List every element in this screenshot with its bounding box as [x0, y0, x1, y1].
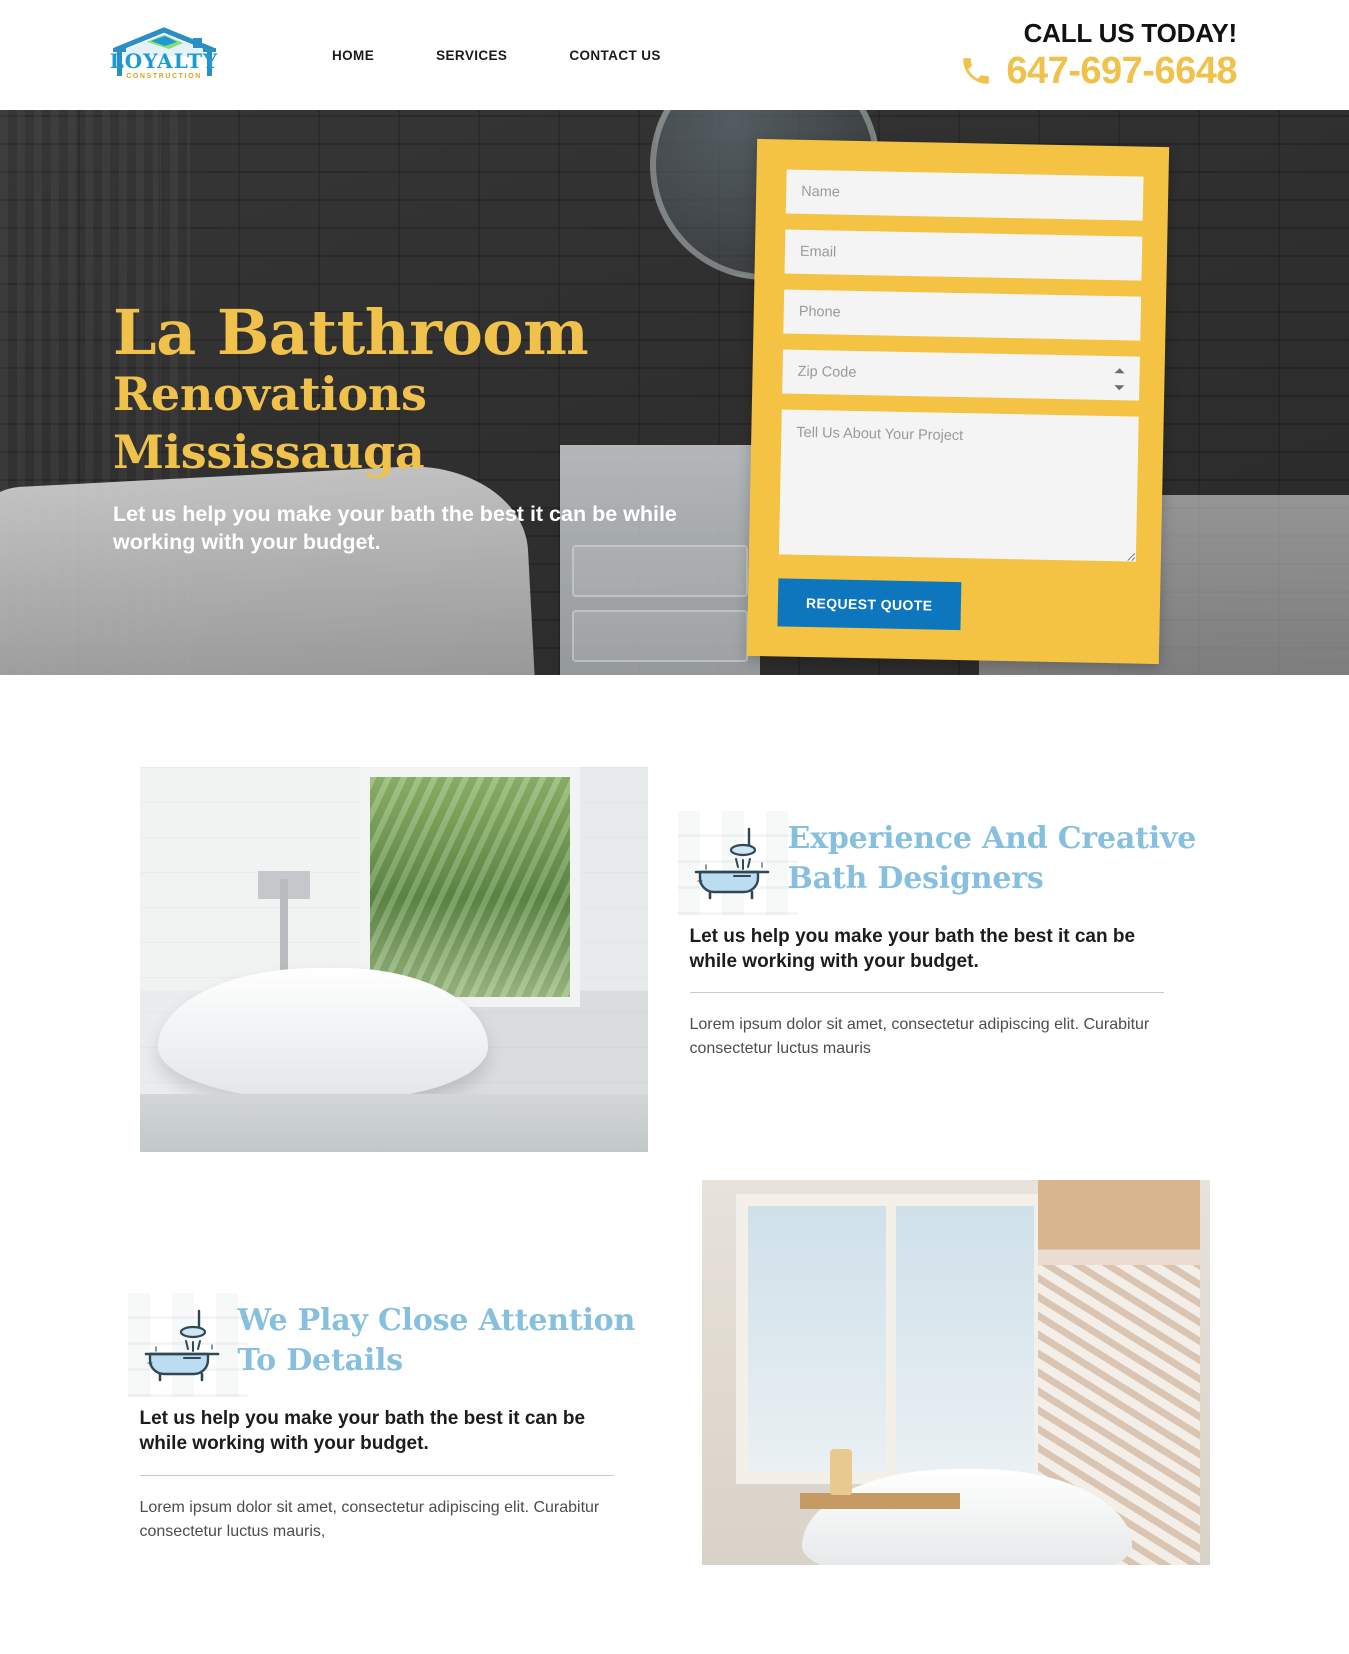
- project-message-textarea[interactable]: [778, 409, 1139, 562]
- woman-bathroom-window-photo: [701, 1180, 1210, 1565]
- feature-body-1: Lorem ipsum dolor sit amet, consectetur …: [689, 1016, 1150, 1058]
- feature-title-1: Experience And Creative Bath Designers: [787, 821, 1197, 896]
- feature-row-2: We Play Close Attention To Details Let u…: [127, 1180, 1210, 1565]
- stepper-up-icon[interactable]: [1114, 368, 1125, 374]
- phone-input[interactable]: [783, 289, 1142, 341]
- site-header: LOYALTY CONSTRUCTION HOME SERVICES CONTA…: [0, 0, 1349, 110]
- feature-divider-2: [139, 1474, 614, 1476]
- feature-heading-block-1: Experience And Creative Bath Designers: [677, 811, 1210, 915]
- hero-subtitle: Let us help you make your bath the best …: [113, 502, 677, 554]
- bathtub-shower-icon-wrapper: [677, 811, 798, 915]
- phone-icon: [963, 58, 990, 84]
- bathtub-window-photo: [139, 767, 648, 1152]
- feature-heading-block-2: We Play Close Attention To Details: [127, 1293, 660, 1398]
- site-logo[interactable]: LOYALTY CONSTRUCTION: [107, 26, 222, 84]
- bathtub-shower-icon: [694, 827, 769, 900]
- feature-text-2: We Play Close Attention To Details Let u…: [127, 1201, 660, 1543]
- call-us-label: CALL US TODAY!: [1023, 18, 1238, 48]
- nav-item-home[interactable]: HOME: [332, 48, 374, 63]
- quote-request-form: REQUEST QUOTE: [746, 138, 1170, 665]
- zip-code-stepper[interactable]: [1114, 368, 1127, 391]
- zip-code-input[interactable]: [782, 349, 1140, 401]
- feature-lead-2: Let us help you make your bath the best …: [139, 1408, 586, 1454]
- email-input[interactable]: [784, 229, 1143, 281]
- hero-copy: La Batthroom Renovations Mississauga Let…: [113, 302, 753, 557]
- request-quote-button[interactable]: REQUEST QUOTE: [777, 578, 961, 631]
- feature-body-2: Lorem ipsum dolor sit amet, consectetur …: [139, 1498, 600, 1540]
- hero-section: La Batthroom Renovations Mississauga Let…: [0, 110, 1349, 675]
- loyalty-construction-logo-icon: LOYALTY CONSTRUCTION: [110, 27, 219, 80]
- svg-text:LOYALTY: LOYALTY: [110, 49, 219, 73]
- feature-title-2: We Play Close Attention To Details: [237, 1303, 636, 1378]
- call-phone-number[interactable]: 647-697-6648: [1006, 52, 1237, 90]
- svg-text:CONSTRUCTION: CONSTRUCTION: [126, 73, 202, 80]
- feature-text-1: Experience And Creative Bath Designers L…: [677, 767, 1210, 1061]
- call-us-block: CALL US TODAY! 647-697-6648: [959, 20, 1237, 90]
- hero-title-line-1: La Batthroom: [113, 296, 589, 369]
- nav-item-services[interactable]: SERVICES: [436, 48, 507, 63]
- stepper-down-icon[interactable]: [1114, 385, 1125, 391]
- feature-row-1: Experience And Creative Bath Designers L…: [139, 767, 1210, 1152]
- bathtub-shower-icon-wrapper-2: [127, 1293, 248, 1398]
- main-navigation: HOME SERVICES CONTACT US: [332, 48, 661, 63]
- feature-lead-1: Let us help you make your bath the best …: [689, 926, 1136, 972]
- nav-item-contact-us[interactable]: CONTACT US: [569, 48, 661, 63]
- features-section: Experience And Creative Bath Designers L…: [0, 675, 1349, 1565]
- zip-code-field-wrapper: [782, 349, 1140, 401]
- name-input[interactable]: [785, 169, 1144, 221]
- call-number-row: 647-697-6648: [959, 52, 1237, 90]
- hero-title-line-2: Renovations Mississauga: [113, 367, 427, 479]
- bathtub-shower-icon-2: [144, 1310, 219, 1382]
- feature-divider-1: [689, 992, 1164, 994]
